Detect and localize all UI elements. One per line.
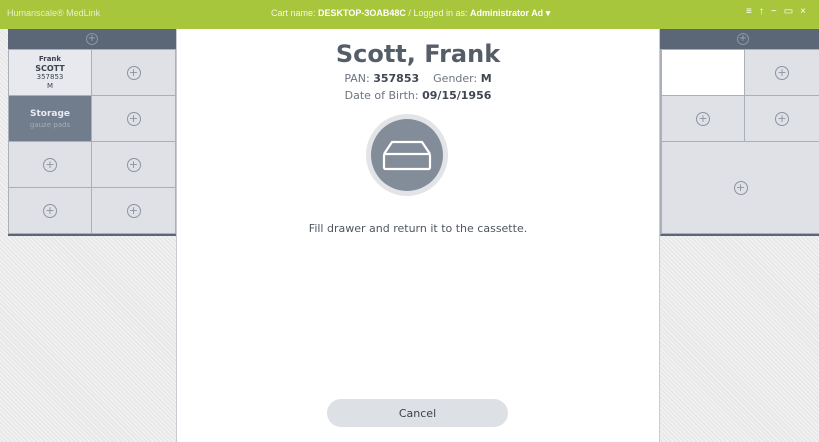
add-icon: + <box>43 157 57 172</box>
add-icon: + <box>733 180 748 195</box>
close-icon[interactable]: × <box>800 6 806 17</box>
left-drawer-grid: Frank SCOTT 357853 M + Storage gauze pad… <box>8 49 176 236</box>
maximize-icon[interactable]: ▭ <box>784 6 793 17</box>
add-icon: + <box>126 111 141 126</box>
add-drawer-icon[interactable]: + <box>737 33 749 45</box>
separator: / <box>408 8 411 18</box>
logged-in-label: Logged in as: <box>413 8 468 18</box>
right-cassette-panel: + + + + + <box>660 29 819 442</box>
dob-value: 09/15/1956 <box>422 89 492 102</box>
cart-label: Cart name: <box>271 8 316 18</box>
patient-drawer[interactable]: Frank SCOTT 357853 M <box>8 49 92 96</box>
empty-drawer[interactable]: + <box>91 95 176 142</box>
instruction-text: Fill drawer and return it to the cassett… <box>308 222 528 235</box>
empty-drawer[interactable]: + <box>8 187 92 234</box>
cart-name: DESKTOP-3OAB48C <box>318 8 406 18</box>
patient-identifiers: PAN: 357853 Gender: M <box>177 72 659 85</box>
patient-last-name: SCOTT <box>35 63 65 73</box>
drawer-icon <box>366 114 448 196</box>
menu-icon[interactable]: ≡ <box>746 6 752 17</box>
patient-name: Scott, Frank <box>335 40 501 68</box>
add-icon: + <box>126 203 141 218</box>
storage-drawer[interactable]: Storage gauze pads <box>8 95 92 142</box>
patient-dob: Date of Birth: 09/15/1956 <box>177 89 659 102</box>
empty-drawer[interactable]: + <box>91 49 176 96</box>
left-panel-header: + <box>8 29 176 49</box>
empty-drawer[interactable]: + <box>744 95 819 142</box>
gender-label: Gender: <box>433 72 478 85</box>
large-drawer[interactable]: + <box>661 141 819 234</box>
add-icon: + <box>775 65 789 80</box>
empty-drawer[interactable]: + <box>661 95 745 142</box>
empty-drawer[interactable]: + <box>91 141 176 188</box>
chevron-down-icon: ▾ <box>545 8 551 18</box>
storage-title: Storage <box>29 108 71 119</box>
add-drawer-icon[interactable]: + <box>86 33 98 45</box>
add-icon: + <box>126 157 141 172</box>
patient-gender: M <box>46 81 54 90</box>
gender-value: M <box>480 72 492 85</box>
title-bar: Humanscale® MedLink Cart name: DESKTOP-3… <box>0 0 819 29</box>
add-icon: + <box>126 65 141 80</box>
patient-detail-panel: Scott, Frank PAN: 357853 Gender: M Date … <box>176 29 660 442</box>
empty-drawer[interactable]: + <box>744 49 819 96</box>
user-name: Administrator Ad <box>470 8 544 18</box>
dob-label: Date of Birth: <box>344 89 419 102</box>
pan-value: 357853 <box>373 72 420 85</box>
storage-detail: gauze pads <box>29 120 71 129</box>
patient-id: 357853 <box>36 72 64 81</box>
cancel-button[interactable]: Cancel <box>327 399 508 427</box>
open-drawer-glyph <box>382 140 432 171</box>
empty-drawer[interactable]: + <box>91 187 176 234</box>
drawer-icon-badge <box>371 119 443 191</box>
patient-first-name: Frank <box>38 54 62 63</box>
empty-drawer[interactable]: + <box>8 141 92 188</box>
right-drawer-grid: + + + + <box>660 49 819 236</box>
user-menu[interactable]: Administrator Ad ▾ <box>470 8 550 18</box>
left-cassette-panel: + Frank SCOTT 357853 M + Storage gauze p… <box>0 29 176 442</box>
session-info: Cart name: DESKTOP-3OAB48C / Logged in a… <box>271 8 550 19</box>
upload-icon[interactable]: ↑ <box>759 6 764 17</box>
open-drawer-slot[interactable] <box>661 49 745 96</box>
minimize-icon[interactable]: − <box>771 6 777 17</box>
add-icon: + <box>775 111 789 126</box>
add-icon: + <box>43 203 57 218</box>
right-panel-header: + <box>660 29 819 49</box>
pan-label: PAN: <box>344 72 370 85</box>
window-controls: ≡ ↑ − ▭ × <box>739 6 819 17</box>
app-name: Humanscale® MedLink <box>7 8 101 18</box>
add-icon: + <box>696 111 710 126</box>
